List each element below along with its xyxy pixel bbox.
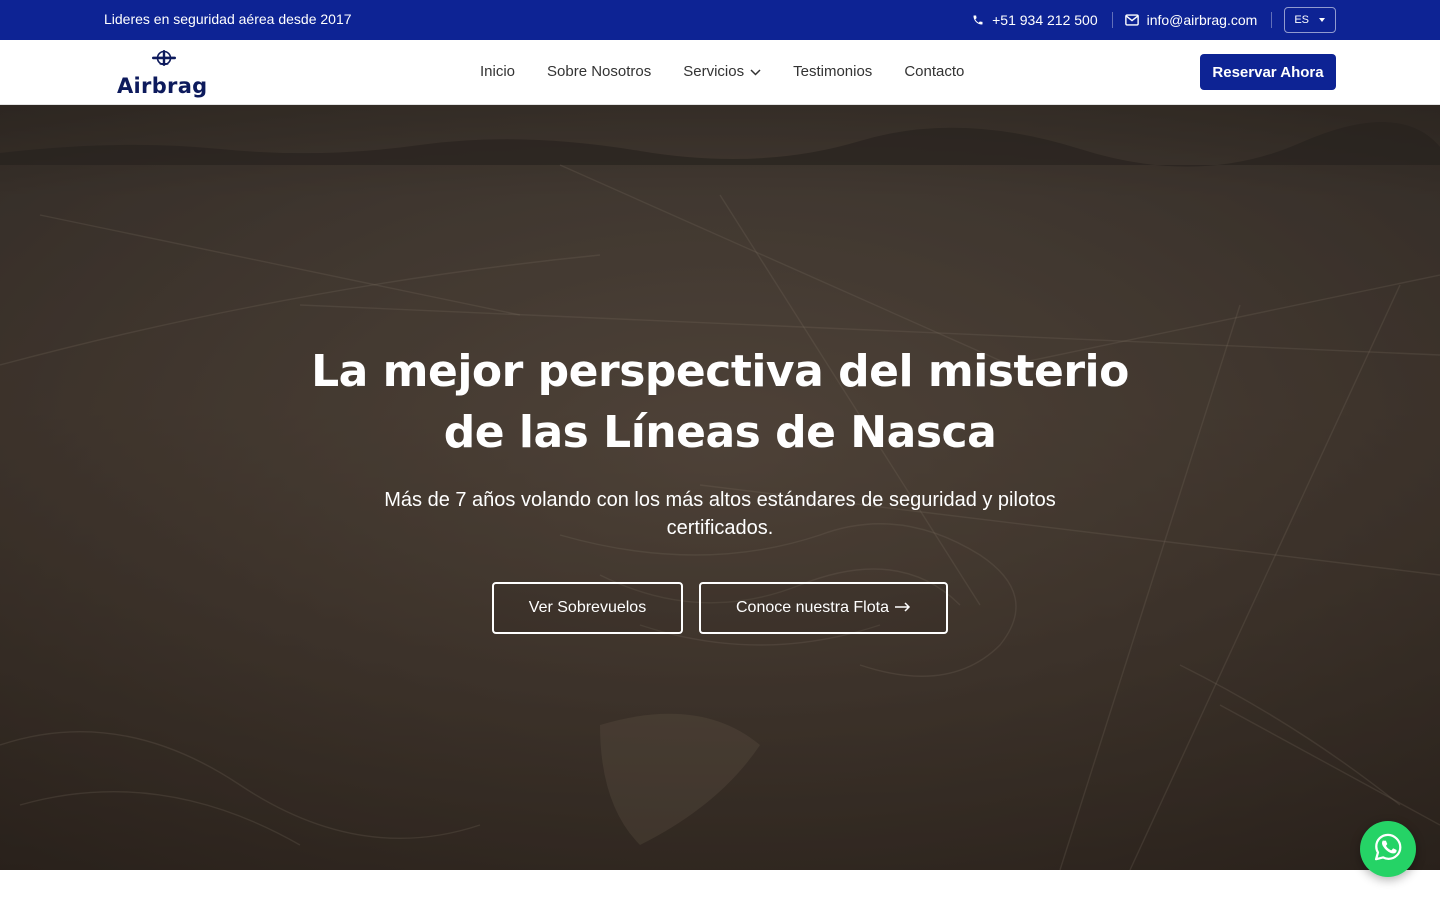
chevron-down-icon: [750, 63, 761, 80]
reservar-button[interactable]: Reservar Ahora: [1200, 54, 1336, 90]
nav-sobre-nosotros[interactable]: Sobre Nosotros: [547, 63, 651, 80]
hero-title-line-2: de las Líneas de Nasca: [443, 407, 997, 458]
logo[interactable]: Airbrag: [116, 46, 216, 98]
tagline: Lideres en seguridad aérea desde 2017: [104, 11, 352, 27]
main-navbar: Airbrag Inicio Sobre Nosotros Servicios …: [0, 40, 1440, 105]
phone-link[interactable]: +51 934 212 500: [972, 12, 1098, 28]
divider: [1271, 12, 1273, 28]
nav-testimonios[interactable]: Testimonios: [793, 63, 872, 80]
phone-icon: [972, 14, 984, 26]
ver-sobrevuelos-label: Ver Sobrevuelos: [528, 599, 647, 616]
nav-contacto[interactable]: Contacto: [904, 63, 964, 80]
hero-title: La mejor perspectiva del misterio de las…: [0, 341, 1440, 463]
email-address: info@airbrag.com: [1146, 12, 1258, 28]
conoce-flota-label: Conoce nuestra Flota: [736, 599, 889, 616]
primary-nav: Inicio Sobre Nosotros Servicios Testimon…: [480, 63, 964, 80]
nav-inicio[interactable]: Inicio: [480, 63, 515, 80]
conoce-flota-button[interactable]: Conoce nuestra Flota: [699, 582, 948, 634]
arrow-right-icon: [894, 599, 911, 617]
whatsapp-button[interactable]: [1360, 821, 1416, 877]
nav-servicios[interactable]: Servicios: [683, 63, 761, 80]
hero-subtitle: Más de 7 años volando con los más altos …: [384, 489, 1056, 539]
top-bar: Lideres en seguridad aérea desde 2017 +5…: [0, 0, 1440, 40]
caret-down-icon: [1319, 18, 1325, 22]
phone-number: +51 934 212 500: [992, 12, 1098, 28]
language-label: ES: [1294, 14, 1309, 26]
hero-section: La mejor perspectiva del misterio de las…: [0, 105, 1440, 870]
logo-text: Airbrag: [117, 74, 208, 98]
contact-info: +51 934 212 500 info@airbrag.com ES: [972, 7, 1336, 33]
ver-sobrevuelos-button[interactable]: Ver Sobrevuelos: [492, 582, 683, 634]
hero-title-line-1: La mejor perspectiva del misterio: [311, 346, 1129, 397]
airplane-icon: [151, 48, 177, 73]
email-link[interactable]: info@airbrag.com: [1124, 12, 1258, 28]
whatsapp-icon: [1373, 832, 1403, 867]
divider: [1111, 12, 1113, 28]
mail-icon: [1124, 14, 1139, 26]
nav-servicios-label: Servicios: [683, 63, 745, 80]
language-selector[interactable]: ES: [1284, 7, 1336, 33]
